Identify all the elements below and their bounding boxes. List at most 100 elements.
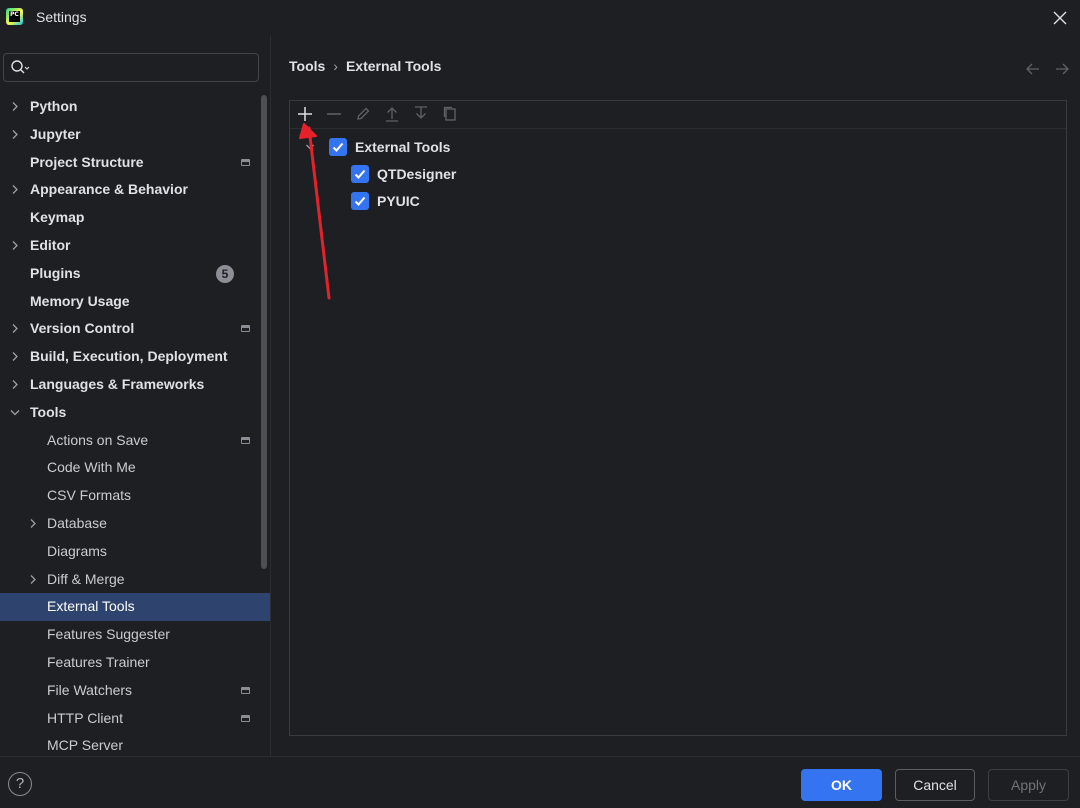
sidebar-item-plugins[interactable]: Plugins 5 <box>0 260 270 288</box>
sidebar-item-build-execution-deployment[interactable]: Build, Execution, Deployment <box>0 343 270 371</box>
search-box[interactable] <box>3 53 259 82</box>
tool-group-label: External Tools <box>355 139 451 155</box>
project-scope-icon <box>241 325 250 333</box>
tool-checkbox[interactable] <box>351 165 369 183</box>
app-icon-text: PC <box>10 11 19 18</box>
title-bar: PC Settings <box>0 0 1080 36</box>
chevron-right-icon[interactable] <box>27 510 39 538</box>
project-scope-icon <box>241 158 250 166</box>
sidebar-item-label: Project Structure <box>30 153 144 170</box>
sidebar-item-label: Version Control <box>30 320 135 337</box>
back-arrow-icon[interactable] <box>1025 61 1041 77</box>
sidebar-item-python[interactable]: Python <box>0 93 270 121</box>
move-down-icon[interactable] <box>412 105 430 123</box>
search-icon[interactable] <box>10 59 30 77</box>
external-tools-panel: External Tools QTDesigner PYUIC <box>289 100 1067 736</box>
chevron-right-icon[interactable] <box>9 315 21 343</box>
search-input[interactable] <box>36 58 250 79</box>
sidebar-item-label: Jupyter <box>30 125 81 142</box>
close-icon[interactable] <box>1046 4 1074 32</box>
breadcrumb-parent[interactable]: Tools <box>289 58 325 74</box>
settings-tree: Python Jupyter Project Structure Appearance… <box>0 93 270 756</box>
check-icon <box>354 196 366 206</box>
sidebar-item-mcp-server[interactable]: MCP Server <box>0 732 270 756</box>
sidebar-item-diagrams[interactable]: Diagrams <box>0 538 270 566</box>
sidebar-item-label: Appearance & Behavior <box>30 181 188 198</box>
check-icon <box>354 169 366 179</box>
sidebar-item-http-client[interactable]: HTTP Client <box>0 705 270 733</box>
sidebar-item-label: Plugins <box>30 264 81 281</box>
sidebar-item-csv-formats[interactable]: CSV Formats <box>0 482 270 510</box>
project-scope-icon <box>241 686 250 694</box>
pycharm-logo-icon: PC <box>6 8 23 25</box>
sidebar-item-label: File Watchers <box>47 681 133 698</box>
chevron-down-icon[interactable] <box>9 399 21 427</box>
sidebar-item-label: Tools <box>30 403 67 420</box>
breadcrumb-separator: › <box>333 58 338 74</box>
remove-icon[interactable] <box>325 105 343 123</box>
sidebar-item-label: Keymap <box>30 209 85 226</box>
edit-icon[interactable] <box>354 105 372 123</box>
apply-button[interactable]: Apply <box>988 769 1069 801</box>
project-scope-icon <box>241 714 250 722</box>
breadcrumb-current: External Tools <box>345 58 442 74</box>
ok-button[interactable]: OK <box>801 769 882 801</box>
sidebar-item-file-watchers[interactable]: File Watchers <box>0 677 270 705</box>
sidebar-item-label: External Tools <box>47 598 135 615</box>
sidebar-item-database[interactable]: Database <box>0 510 270 538</box>
tool-checkbox[interactable] <box>351 192 369 210</box>
chevron-right-icon[interactable] <box>9 232 21 260</box>
sidebar-item-label: Python <box>30 98 78 114</box>
sidebar-item-actions-on-save[interactable]: Actions on Save <box>0 427 270 455</box>
sidebar-item-keymap[interactable]: Keymap <box>0 204 270 232</box>
chevron-right-icon[interactable] <box>9 176 21 204</box>
sidebar-item-label: Memory Usage <box>30 292 130 309</box>
sidebar-item-editor[interactable]: Editor <box>0 232 270 260</box>
sidebar-item-jupyter[interactable]: Jupyter <box>0 121 270 149</box>
sidebar-item-version-control[interactable]: Version Control <box>0 315 270 343</box>
sidebar-item-diff-merge[interactable]: Diff & Merge <box>0 566 270 594</box>
sidebar-item-label: Actions on Save <box>47 431 149 448</box>
sidebar-item-label: Features Suggester <box>47 626 170 643</box>
sidebar-item-languages-frameworks[interactable]: Languages & Frameworks <box>0 371 270 399</box>
sidebar-item-label: Diff & Merge <box>47 570 125 587</box>
sidebar-item-features-suggester[interactable]: Features Suggester <box>0 621 270 649</box>
check-icon <box>332 142 344 152</box>
chevron-down-icon[interactable] <box>304 141 316 153</box>
settings-sidebar: Python Jupyter Project Structure Appearance… <box>0 36 271 756</box>
sidebar-item-appearance-behavior[interactable]: Appearance & Behavior <box>0 176 270 204</box>
sidebar-scrollbar[interactable] <box>261 95 267 569</box>
sidebar-item-label: Editor <box>30 236 71 253</box>
add-icon[interactable] <box>296 105 314 123</box>
chevron-right-icon[interactable] <box>9 93 21 121</box>
sidebar-item-external-tools[interactable]: External Tools <box>0 593 270 622</box>
tools-toolbar <box>290 101 1066 129</box>
forward-arrow-icon[interactable] <box>1054 61 1070 77</box>
sidebar-item-code-with-me[interactable]: Code With Me <box>0 454 270 482</box>
plugins-update-badge: 5 <box>216 264 234 283</box>
sidebar-item-label: Diagrams <box>47 542 107 559</box>
window-title: Settings <box>36 9 87 25</box>
sidebar-item-label: Code With Me <box>47 459 136 476</box>
chevron-right-icon[interactable] <box>27 566 39 594</box>
sidebar-item-label: Features Trainer <box>47 653 150 670</box>
chevron-right-icon[interactable] <box>9 343 21 371</box>
copy-icon[interactable] <box>441 105 459 123</box>
dialog-footer: ? OK Cancel Apply <box>0 756 1080 808</box>
sidebar-item-project-structure[interactable]: Project Structure <box>0 149 270 177</box>
main-panel: Tools › External Tools External Tools QT… <box>271 36 1080 756</box>
sidebar-item-memory-usage[interactable]: Memory Usage <box>0 288 270 316</box>
tool-item-label: QTDesigner <box>377 166 457 182</box>
sidebar-item-features-trainer[interactable]: Features Trainer <box>0 649 270 677</box>
group-checkbox[interactable] <box>329 138 347 156</box>
project-scope-icon <box>241 436 250 444</box>
sidebar-item-label: MCP Server <box>47 737 123 754</box>
chevron-right-icon[interactable] <box>9 371 21 399</box>
sidebar-item-tools[interactable]: Tools <box>0 399 270 427</box>
help-icon[interactable]: ? <box>8 772 32 796</box>
sidebar-item-label: Build, Execution, Deployment <box>30 348 228 365</box>
move-up-icon[interactable] <box>383 105 401 123</box>
chevron-right-icon[interactable] <box>9 121 21 149</box>
cancel-button[interactable]: Cancel <box>895 769 975 801</box>
sidebar-item-label: CSV Formats <box>47 487 132 504</box>
